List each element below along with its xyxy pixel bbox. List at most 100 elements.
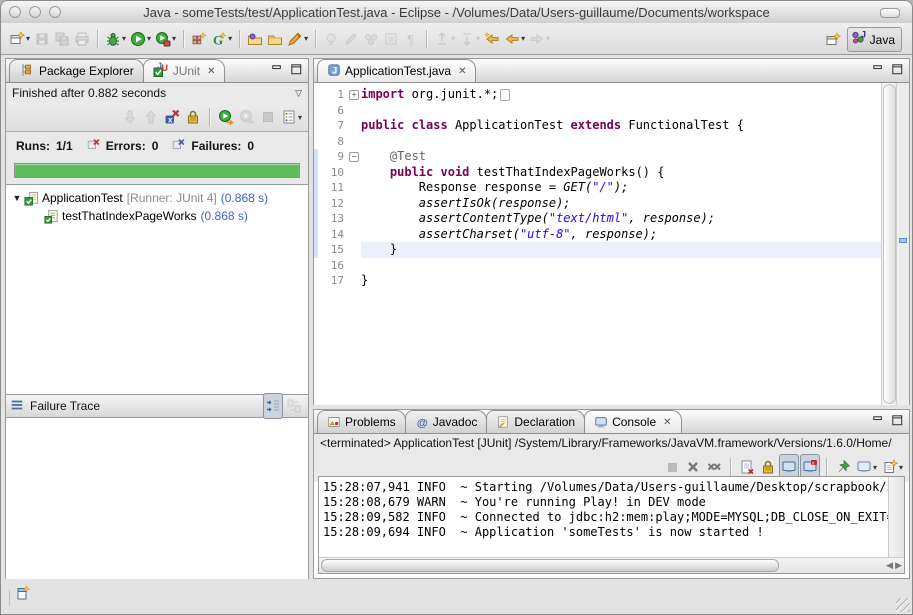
scroll-lock-icon[interactable] — [183, 105, 203, 129]
grid-wizard-icon[interactable] — [189, 27, 209, 51]
code-line-17[interactable]: 17} — [314, 273, 909, 289]
filter-trace-icon[interactable] — [263, 393, 283, 419]
fold-gutter — [347, 134, 361, 150]
beads-icon — [361, 27, 381, 51]
open-type-folder-icon[interactable] — [245, 27, 265, 51]
scroll-left-arrow-icon[interactable]: ◀ — [886, 560, 893, 571]
last-edit-location-icon[interactable] — [482, 27, 502, 51]
maximize-editor-icon[interactable] — [890, 62, 905, 82]
tab-label: Problems — [345, 415, 396, 429]
code-line-7[interactable]: 7public class ApplicationTest extends Fu… — [314, 118, 909, 134]
editor-overview-ruler[interactable] — [896, 83, 909, 405]
failures-only-icon[interactable]: x — [162, 105, 182, 129]
tab-console[interactable]: Console✕ — [584, 410, 681, 433]
line-number: 11 — [318, 180, 347, 196]
dropdown-arrow-icon: ▾ — [546, 34, 550, 43]
code-line-8[interactable]: 8 — [314, 134, 909, 150]
code-editor[interactable]: 1+import org.junit.*;67public class Appl… — [314, 83, 909, 405]
close-editor-tab-icon[interactable]: ✕ — [458, 66, 466, 77]
close-tab-icon[interactable]: ✕ — [663, 417, 671, 428]
g-wizard-icon[interactable]: G▾ — [209, 27, 234, 51]
minimize-console-icon[interactable] — [871, 413, 886, 433]
back-icon[interactable]: ▾ — [502, 27, 527, 51]
line-number: 13 — [318, 211, 347, 227]
line-number: 8 — [318, 134, 347, 150]
window-resize-grip[interactable] — [896, 598, 910, 612]
java-perspective-button[interactable]: J Java — [847, 27, 902, 52]
failure-trace-body[interactable] — [6, 418, 308, 584]
code-text: assertCharset("utf-8", response); — [361, 227, 909, 243]
toolbar-separator — [826, 458, 827, 476]
runs-label: Runs: — [16, 139, 50, 153]
console-output-wrap: 15:28:07,941 INFO ~ Starting /Volumes/Da… — [318, 476, 905, 574]
debug-icon[interactable]: ▾ — [103, 27, 128, 51]
tab-editor-applicationtest[interactable]: J ApplicationTest.java ✕ — [317, 59, 476, 82]
code-line-14[interactable]: 14 assertCharset("utf-8", response); — [314, 227, 909, 243]
tab-junit[interactable]: UJ JUnit ✕ — [143, 59, 226, 82]
code-line-6[interactable]: 6 — [314, 103, 909, 119]
console-horizontal-scrollbar[interactable]: ◀ ▶ — [319, 557, 904, 573]
rerun-icon[interactable] — [216, 105, 236, 129]
code-line-13[interactable]: 13 assertContentType("text/html", respon… — [314, 211, 909, 227]
dropdown-arrow-icon: ▾ — [172, 34, 176, 43]
java-file-icon: J — [327, 63, 341, 80]
errors-value: 0 — [152, 139, 159, 153]
test-tree-item[interactable]: ▼ApplicationTest[Runner: JUnit 4](0.868 … — [6, 189, 308, 207]
editor-vertical-scrollbar[interactable] — [881, 83, 897, 405]
dropdown-arrow-icon: ▾ — [476, 34, 480, 43]
code-line-9[interactable]: 9− @Test — [314, 149, 909, 165]
run-last-icon[interactable]: ▾ — [153, 27, 178, 51]
minimize-view-icon[interactable] — [270, 62, 285, 82]
line-number: 16 — [318, 258, 347, 274]
code-line-11[interactable]: 11 Response response = GET("/"); — [314, 180, 909, 196]
close-tab-icon[interactable]: ✕ — [207, 66, 215, 77]
tab-declaration[interactable]: Declaration — [486, 410, 585, 433]
tab-javadoc[interactable]: @Javadoc — [405, 410, 488, 433]
test-tree-item[interactable]: testThatIndexPageWorks(0.868 s) — [6, 207, 308, 225]
console-vertical-scrollbar[interactable] — [888, 477, 904, 558]
test-run-history-dropdown-icon[interactable]: ▽ — [295, 88, 302, 99]
code-line-10[interactable]: 10 public void testThatIndexPageWorks() … — [314, 165, 909, 181]
toolbar-toggle-pill[interactable] — [880, 8, 900, 18]
console-output[interactable]: 15:28:07,941 INFO ~ Starting /Volumes/Da… — [319, 477, 889, 558]
fold-minus-icon[interactable]: − — [347, 149, 361, 165]
svg-text:¶: ¶ — [407, 32, 414, 47]
dropdown-arrow-icon: ▾ — [147, 34, 151, 43]
failure-trace-menu-icon[interactable] — [10, 398, 24, 415]
test-duration: (0.868 s) — [201, 209, 248, 223]
test-ok-icon — [44, 209, 59, 224]
code-line-16[interactable]: 16 — [314, 258, 909, 274]
console-line: 15:28:07,941 INFO ~ Starting /Volumes/Da… — [323, 480, 889, 495]
run-icon[interactable]: ▾ — [128, 27, 153, 51]
open-perspective-icon[interactable] — [823, 28, 843, 52]
tab-package-explorer[interactable]: Package Explorer — [9, 59, 144, 82]
junit-progress-wrap — [6, 160, 308, 184]
fold-gutter — [347, 242, 361, 258]
scrollbar-thumb[interactable] — [321, 559, 779, 572]
code-line-1[interactable]: 1+import org.junit.*; — [314, 87, 909, 103]
folder-icon[interactable] — [265, 27, 285, 51]
stop-icon — [258, 105, 278, 129]
dropdown-arrow-icon: ▾ — [228, 34, 232, 43]
fold-plus-icon[interactable]: + — [347, 87, 361, 103]
console-tabbar: Problems @JavadocDeclarationConsole✕ — [314, 410, 909, 434]
view-menu-icon[interactable]: ▾ — [279, 105, 304, 129]
scroll-right-arrow-icon[interactable]: ▶ — [895, 560, 902, 571]
minimize-editor-icon[interactable] — [871, 62, 886, 82]
dropdown-arrow-icon: ▾ — [122, 34, 126, 43]
code-line-12[interactable]: 12 assertIsOk(response); — [314, 196, 909, 212]
code-text: public void testThatIndexPageWorks() { — [361, 165, 909, 181]
tab-problems[interactable]: Problems — [317, 410, 406, 433]
title-bar[interactable]: Java - someTests/test/ApplicationTest.ja… — [1, 1, 912, 24]
new-page-sparkle-icon[interactable] — [15, 585, 31, 606]
marker-pen-icon[interactable]: ▾ — [285, 27, 310, 51]
svg-text:U: U — [161, 63, 168, 73]
code-line-15[interactable]: 15 } — [314, 242, 909, 258]
maximize-console-icon[interactable] — [890, 413, 905, 433]
line-number: 17 — [318, 273, 347, 289]
test-duration: (0.868 s) — [221, 191, 268, 205]
new-wizard-icon[interactable]: ▾ — [7, 27, 32, 51]
maximize-view-icon[interactable] — [289, 62, 304, 82]
tree-expand-icon[interactable]: ▼ — [10, 193, 24, 203]
code-text: assertContentType("text/html", response)… — [361, 211, 909, 227]
